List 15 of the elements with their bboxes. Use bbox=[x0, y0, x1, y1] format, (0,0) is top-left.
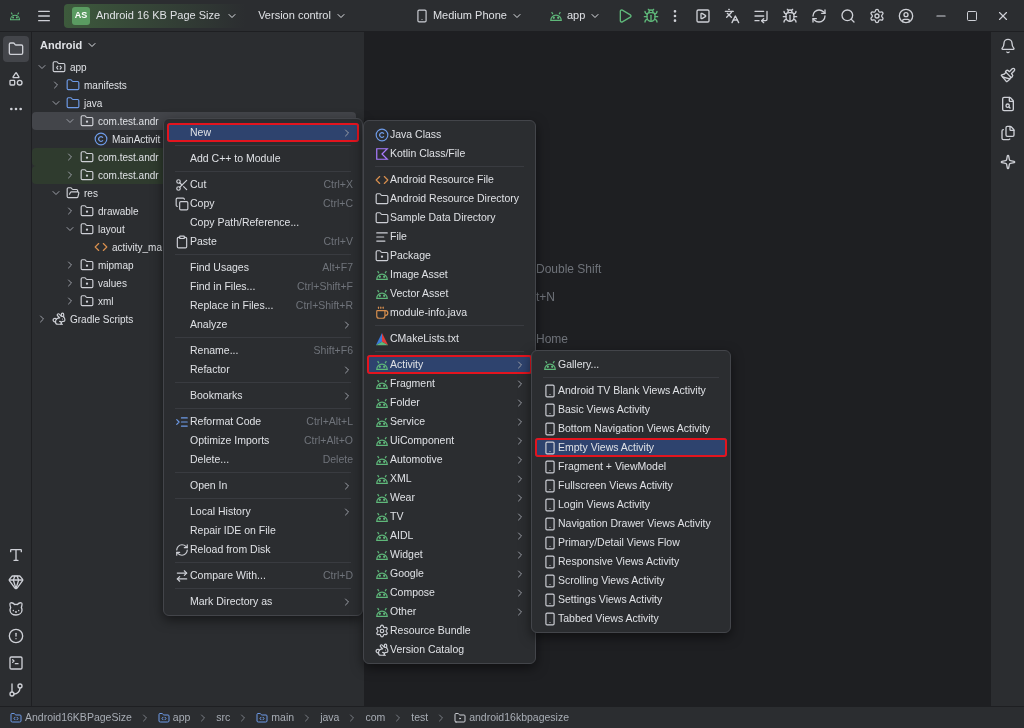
editor-hint: t+N bbox=[536, 289, 556, 305]
shortcut: Ctrl+V bbox=[323, 233, 353, 249]
shortcut: Ctrl+Alt+L bbox=[306, 413, 353, 429]
shortcut: Ctrl+Shift+R bbox=[295, 297, 353, 313]
shortcut: Ctrl+Alt+O bbox=[304, 432, 353, 448]
shortcut: Ctrl+C bbox=[322, 195, 353, 211]
project-badge: AS bbox=[72, 6, 90, 25]
editor-hint: Double Shift bbox=[536, 261, 603, 277]
editor-hint: Home bbox=[536, 331, 569, 347]
shortcut: Ctrl+Shift+F bbox=[296, 278, 353, 294]
shortcut: Shift+F6 bbox=[313, 342, 353, 358]
shortcut: Delete bbox=[322, 451, 353, 467]
shortcut: Alt+F7 bbox=[322, 259, 353, 275]
shortcut: Ctrl+X bbox=[323, 176, 353, 192]
shortcut: Ctrl+D bbox=[322, 567, 353, 583]
